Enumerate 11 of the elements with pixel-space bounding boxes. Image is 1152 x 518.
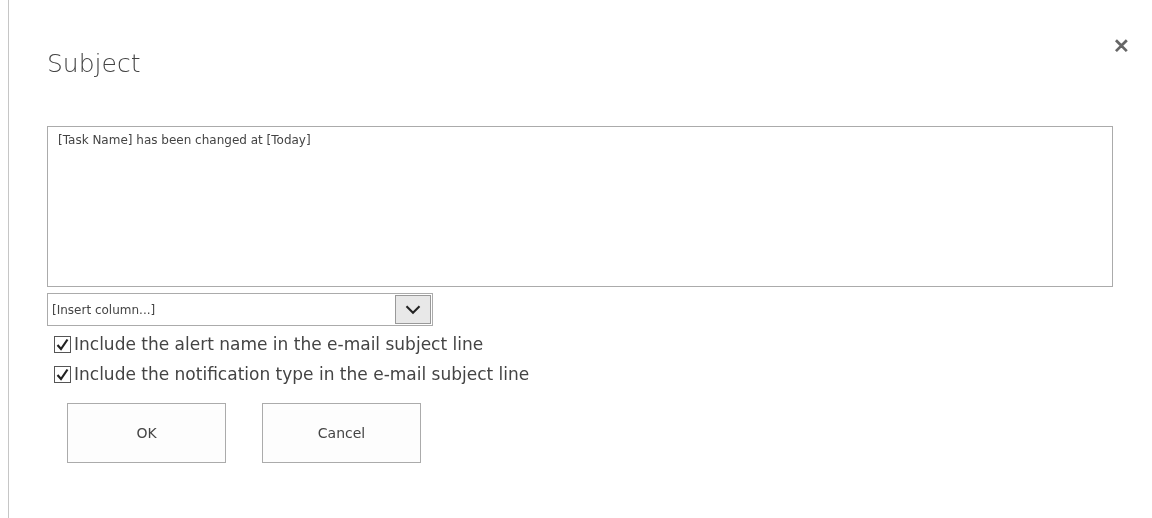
insert-column-dropdown[interactable]: [Insert column...] — [47, 293, 433, 326]
checkbox-label: Include the notification type in the e-mail subject line — [74, 364, 530, 384]
subject-field[interactable]: [Task Name] has been changed at [Today] — [47, 126, 1113, 287]
chevron-down-icon — [395, 295, 431, 324]
ok-button[interactable]: OK — [67, 403, 226, 463]
dialog-title: Subject — [47, 48, 141, 80]
checkbox[interactable] — [54, 335, 71, 353]
cancel-button[interactable]: Cancel — [262, 403, 421, 463]
checkbox-label: Include the alert name in the e-mail subject line — [74, 334, 484, 354]
close-button[interactable]: ✕ — [1109, 34, 1134, 58]
checkbox[interactable] — [54, 365, 71, 383]
